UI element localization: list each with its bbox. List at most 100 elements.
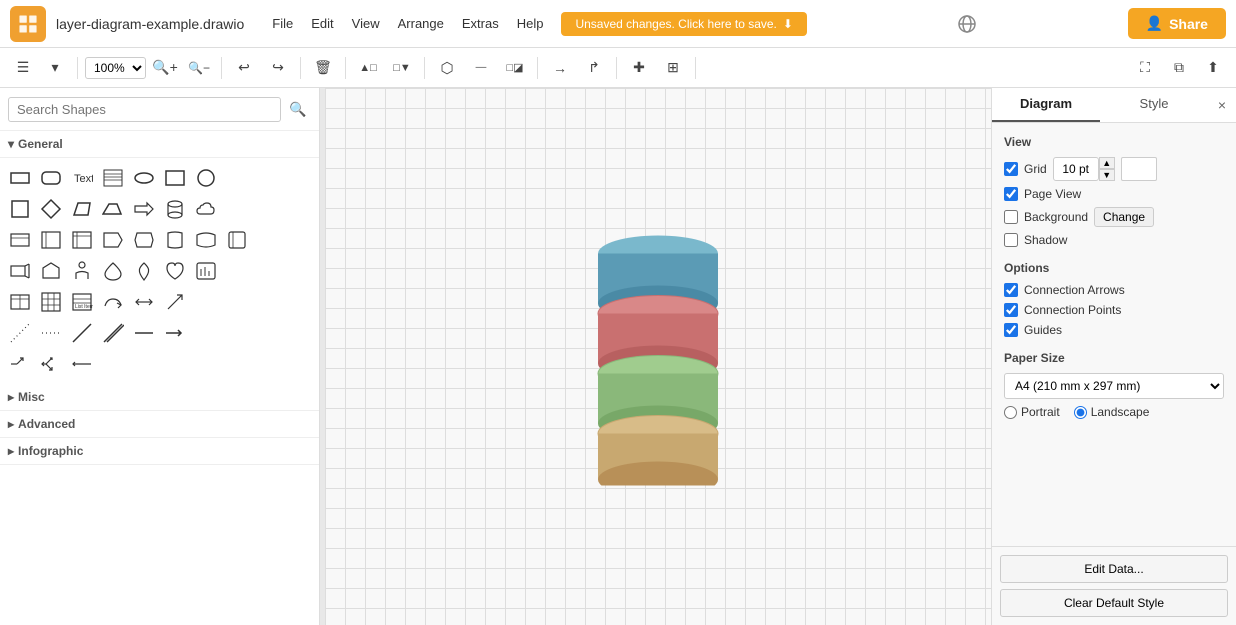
landscape-radio[interactable] xyxy=(1074,406,1087,419)
page-view-checkbox[interactable] xyxy=(1004,187,1018,201)
shape-parallelogram[interactable] xyxy=(68,195,96,223)
shape-person[interactable] xyxy=(68,257,96,285)
grid-up-btn[interactable]: ▲ xyxy=(1099,157,1115,169)
shape-rect-small[interactable] xyxy=(6,164,34,192)
shape-r39[interactable] xyxy=(254,226,282,254)
grid-color-swatch[interactable] xyxy=(1121,157,1157,181)
grid-down-btn[interactable]: ▼ xyxy=(1099,169,1115,181)
shape-placeholder-2[interactable] xyxy=(254,164,282,192)
table-btn[interactable]: ⊞ xyxy=(658,54,688,82)
undo-btn[interactable]: ↩ xyxy=(229,54,259,82)
shape-circle[interactable] xyxy=(192,164,220,192)
shape-cylinder[interactable] xyxy=(161,195,189,223)
shape-r410[interactable] xyxy=(285,257,313,285)
shape-p9[interactable] xyxy=(254,195,282,223)
shape-r37[interactable] xyxy=(192,226,220,254)
shape-r51[interactable] xyxy=(6,288,34,316)
canvas[interactable] xyxy=(325,88,991,625)
shape-r76[interactable] xyxy=(192,350,220,378)
insert-btn[interactable]: ✚ xyxy=(624,54,654,82)
section-misc[interactable]: ▸ Misc xyxy=(0,384,319,411)
shape-r74[interactable] xyxy=(130,350,158,378)
shape-r53[interactable]: List Item xyxy=(68,288,96,316)
shape-placeholder-3[interactable] xyxy=(285,164,313,192)
zoom-in-btn[interactable]: 🔍+ xyxy=(150,54,180,82)
connection-points-checkbox[interactable] xyxy=(1004,303,1018,317)
shape-r77[interactable] xyxy=(223,350,251,378)
shape-r75[interactable] xyxy=(161,350,189,378)
share-button[interactable]: 👤 Share xyxy=(1128,8,1226,39)
zoom-selector[interactable]: 100% 75% 150% xyxy=(85,57,146,79)
sidebar-toggle-btn[interactable]: ☰ xyxy=(8,54,38,82)
shape-r47[interactable] xyxy=(192,257,220,285)
split-view-btn[interactable]: ⧉ xyxy=(1164,54,1194,82)
redo-btn[interactable]: ↪ xyxy=(263,54,293,82)
fullscreen-btn[interactable]: ⛶ xyxy=(1130,54,1160,82)
shape-r38[interactable] xyxy=(223,226,251,254)
shape-r68[interactable] xyxy=(254,319,282,347)
shape-r69[interactable] xyxy=(285,319,313,347)
to-back-btn[interactable]: □▼ xyxy=(387,54,417,82)
tab-diagram[interactable]: Diagram xyxy=(992,88,1100,122)
unsaved-banner[interactable]: Unsaved changes. Click here to save. ⬇ xyxy=(561,12,807,36)
shape-arrow-line[interactable] xyxy=(161,319,189,347)
shape-r33[interactable] xyxy=(68,226,96,254)
shape-ellipse-h[interactable] xyxy=(130,164,158,192)
shadow-checkbox[interactable] xyxy=(1004,233,1018,247)
shape-multi-arrow-3[interactable] xyxy=(68,350,96,378)
shape-arrow-right[interactable] xyxy=(130,195,158,223)
shape-r36[interactable] xyxy=(161,226,189,254)
background-change-btn[interactable]: Change xyxy=(1094,207,1154,227)
shape-slash[interactable] xyxy=(68,319,96,347)
zoom-out-btn[interactable]: 🔍− xyxy=(184,54,214,82)
shape-angled-arrow[interactable] xyxy=(161,288,189,316)
search-icon-btn[interactable]: 🔍 xyxy=(285,96,311,122)
shape-curved-arrow[interactable] xyxy=(99,288,127,316)
shape-text[interactable]: Text xyxy=(68,164,96,192)
shape-r66[interactable] xyxy=(192,319,220,347)
shape-r49[interactable] xyxy=(254,257,282,285)
shape-p8[interactable] xyxy=(223,195,251,223)
paper-size-select[interactable]: A4 (210 mm x 297 mm) A3 (297 mm x 420 mm… xyxy=(1004,373,1224,399)
edit-data-btn[interactable]: Edit Data... xyxy=(1000,555,1228,583)
shape-r42[interactable] xyxy=(37,257,65,285)
shape-p10[interactable] xyxy=(285,195,313,223)
shape-diagonal-dots[interactable] xyxy=(6,319,34,347)
menu-edit[interactable]: Edit xyxy=(303,12,341,35)
shape-horiz-dots[interactable] xyxy=(37,319,65,347)
portrait-radio[interactable] xyxy=(1004,406,1017,419)
shape-r52[interactable] xyxy=(37,288,65,316)
line-color-btn[interactable]: ─ xyxy=(466,54,496,82)
shape-square[interactable] xyxy=(6,195,34,223)
shape-cloud[interactable] xyxy=(192,195,220,223)
shape-r45[interactable] xyxy=(130,257,158,285)
shape-r67[interactable] xyxy=(223,319,251,347)
menu-view[interactable]: View xyxy=(344,12,388,35)
guides-checkbox[interactable] xyxy=(1004,323,1018,337)
shape-r44[interactable] xyxy=(99,257,127,285)
shape-r48[interactable] xyxy=(223,257,251,285)
shape-horiz-line[interactable] xyxy=(130,319,158,347)
clear-default-style-btn[interactable]: Clear Default Style xyxy=(1000,589,1228,617)
shape-placeholder-1[interactable] xyxy=(223,164,251,192)
section-general[interactable]: ▾ General xyxy=(0,131,319,158)
grid-size-input[interactable] xyxy=(1053,157,1099,181)
shape-r46[interactable] xyxy=(161,257,189,285)
shape-r510[interactable] xyxy=(285,288,313,316)
shape-r78[interactable] xyxy=(254,350,282,378)
shape-double-arrow[interactable] xyxy=(130,288,158,316)
shadow-btn[interactable]: □◪ xyxy=(500,54,530,82)
shape-r58[interactable] xyxy=(223,288,251,316)
shape-note[interactable] xyxy=(99,164,127,192)
to-front-btn[interactable]: ▲□ xyxy=(353,54,383,82)
collapse-panel-btn[interactable]: ⬆ xyxy=(1198,54,1228,82)
shape-r79[interactable] xyxy=(285,350,313,378)
connection-btn[interactable]: → xyxy=(545,54,575,82)
section-infographic[interactable]: ▸ Infographic xyxy=(0,438,319,465)
shape-r59[interactable] xyxy=(254,288,282,316)
shape-multi-arrow-2[interactable] xyxy=(37,350,65,378)
shape-r41[interactable] xyxy=(6,257,34,285)
shape-diamond[interactable] xyxy=(37,195,65,223)
connection-arrows-checkbox[interactable] xyxy=(1004,283,1018,297)
shape-r310[interactable] xyxy=(285,226,313,254)
